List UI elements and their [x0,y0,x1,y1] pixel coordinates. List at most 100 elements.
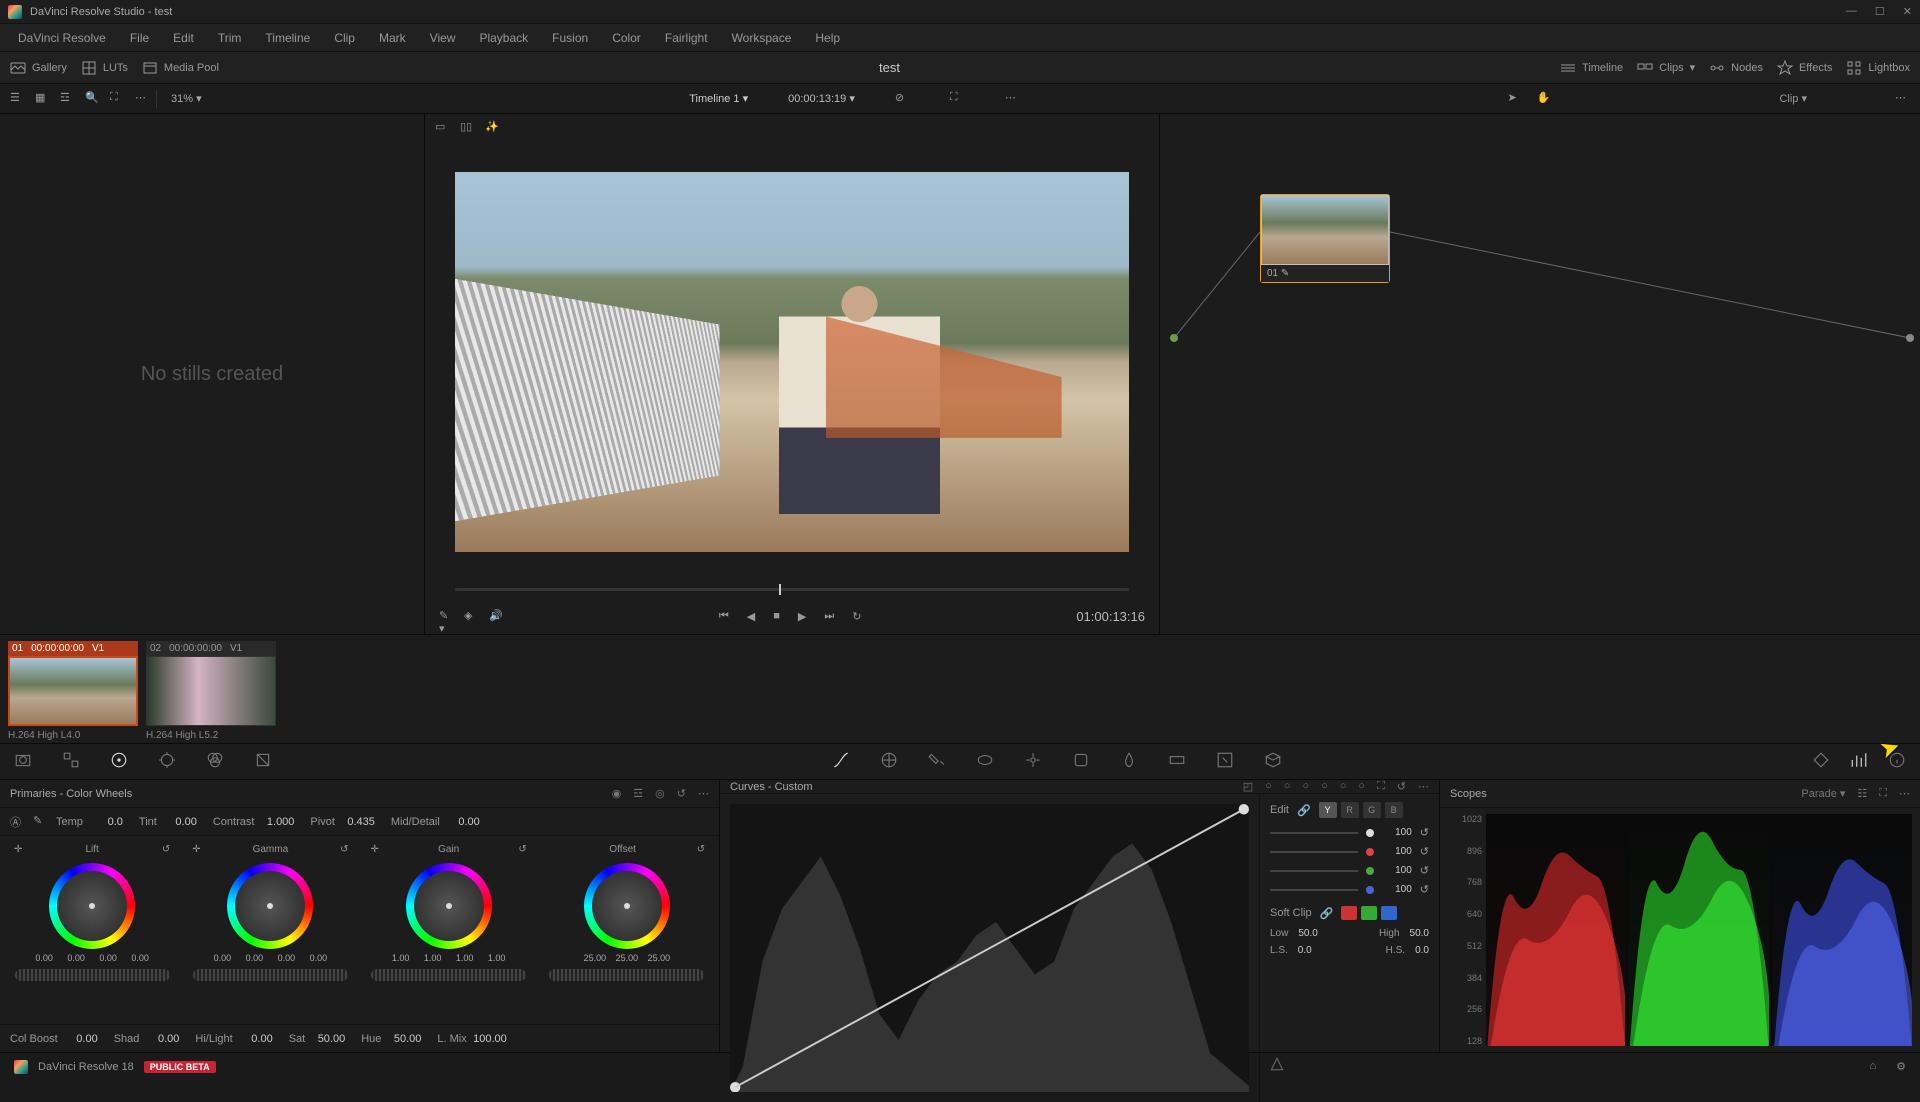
reverse-button[interactable]: ◀ [747,610,755,623]
primaries-log-icon[interactable]: ◎ [655,787,665,800]
menu-trim[interactable]: Trim [208,27,252,49]
curves-lum-sat-icon[interactable]: ○ [1321,780,1328,793]
play-button[interactable]: ▶ [798,610,806,623]
curves-red-intensity[interactable]: 100 [1382,846,1412,857]
clip-thumb-02[interactable]: 0200:00:00:00V1 H.264 High L5.2 [146,641,276,737]
stop-button[interactable]: ■ [773,610,780,622]
curves-channel-g[interactable]: G [1363,802,1381,818]
primaries-reset-icon[interactable]: ↺ [677,787,686,800]
rgb-mixer-icon[interactable] [206,751,224,772]
reset-icon[interactable]: ↺ [1420,883,1429,896]
color-match-icon[interactable] [62,751,80,772]
node-more-icon[interactable]: ⋯ [1895,91,1910,106]
menu-color[interactable]: Color [602,27,651,49]
nodes-toggle[interactable]: Nodes [1709,60,1763,76]
shad-value[interactable]: 0.00 [145,1033,179,1045]
curves-hue-hue-icon[interactable]: ○ [1265,780,1272,793]
sort-icon[interactable]: ☰ [10,91,25,106]
record-timecode[interactable]: 00:00:13:19 ▾ [788,92,855,105]
bypass-icon[interactable]: ⊘ [895,91,910,106]
curves-green-intensity[interactable]: 100 [1382,865,1412,876]
tab-deliver[interactable] [1268,1055,1286,1078]
primaries-more-icon[interactable]: ⋯ [698,787,709,800]
contrast-value[interactable]: 1.000 [260,816,294,828]
gamma-reset-icon[interactable]: ↺ [340,844,348,855]
prev-clip-button[interactable]: ⏮ [719,610,729,623]
unmix-icon[interactable]: ◈ [464,609,479,624]
menu-edit[interactable]: Edit [163,27,204,49]
reset-icon[interactable]: ↺ [1420,864,1429,877]
menu-mark[interactable]: Mark [369,27,416,49]
clip-mode-label[interactable]: Clip ▾ [1779,92,1807,105]
zoom-level[interactable]: 31% ▾ [171,92,202,105]
lift-reset-icon[interactable]: ↺ [162,844,170,855]
curves-icon[interactable] [832,751,850,772]
curves-expand-icon[interactable]: ⛶ [1377,780,1385,793]
tint-value[interactable]: 0.00 [163,816,197,828]
curve-graph[interactable] [720,794,1259,1102]
timeline-name[interactable]: Timeline 1 ▾ [689,92,748,105]
node-output-port[interactable] [1906,334,1914,342]
qualifier-icon[interactable] [928,751,946,772]
softclip-high[interactable]: 50.0 [1410,928,1429,939]
3d-icon[interactable] [1264,751,1282,772]
tracker-icon[interactable] [1024,751,1042,772]
softclip-red[interactable] [1341,906,1357,920]
expand-icon[interactable]: ⛶ [110,91,125,106]
temp-value[interactable]: 0.0 [89,816,123,828]
gain-picker-icon[interactable]: ✛ [371,844,379,855]
close-button[interactable]: ✕ [1903,5,1912,18]
curves-blue-intensity[interactable]: 100 [1382,884,1412,895]
softclip-green[interactable] [1361,906,1377,920]
loop-button[interactable]: ↻ [852,610,861,623]
minimize-button[interactable]: — [1846,5,1857,18]
scopes-expand-icon[interactable]: ⛶ [1879,787,1887,800]
lift-color-wheel[interactable] [49,863,135,949]
curves-hue-sat-icon[interactable]: ○ [1284,780,1291,793]
curves-sat-sat-icon[interactable]: ○ [1340,780,1347,793]
reset-icon[interactable]: ↺ [1420,826,1429,839]
eyedropper-icon[interactable]: ✎ ▾ [439,609,454,624]
image-wipe-icon[interactable]: ▭ [435,120,450,135]
project-settings-icon[interactable]: ⚙ [1896,1060,1906,1073]
colboost-value[interactable]: 0.00 [64,1033,98,1045]
hdr-icon[interactable] [158,751,176,772]
curves-more-icon[interactable]: ⋯ [1418,780,1429,793]
more-icon[interactable]: ⋯ [135,91,150,106]
lift-jog[interactable] [15,969,170,981]
fullscreen-icon[interactable]: ⛶ [950,91,965,106]
menu-timeline[interactable]: Timeline [255,27,320,49]
curves-reset-icon[interactable]: ↺ [1397,780,1406,793]
curves-channel-r[interactable]: R [1341,802,1359,818]
window-icon[interactable] [976,751,994,772]
menu-fusion[interactable]: Fusion [542,27,598,49]
primaries-icon[interactable] [110,751,128,772]
lmix-value[interactable]: 100.00 [473,1033,507,1045]
color-node-01[interactable]: 01 ✎ [1260,194,1390,283]
highlight-icon[interactable]: ✨ [485,120,500,135]
split-screen-icon[interactable]: ▯▯ [460,120,475,135]
curves-custom-icon[interactable]: ◰ [1243,780,1253,793]
magic-mask-icon[interactable] [1072,751,1090,772]
menu-file[interactable]: File [120,27,159,49]
curves-channel-b[interactable]: B [1385,802,1403,818]
viewer-scrubber[interactable] [425,584,1159,598]
more-viewer-icon[interactable]: ⋯ [1005,91,1020,106]
scopes-more-icon[interactable]: ⋯ [1899,787,1910,800]
scopes-mode[interactable]: Parade ▾ [1801,787,1845,800]
menu-davinci-resolve[interactable]: DaVinci Resolve [8,27,116,49]
offset-reset-icon[interactable]: ↺ [697,844,705,855]
sizing-icon[interactable] [1216,751,1234,772]
timeline-toggle[interactable]: Timeline [1560,60,1623,76]
clips-toggle[interactable]: Clips ▾ [1637,60,1695,76]
curves-channel-y[interactable]: Y [1319,802,1337,818]
auto-balance-icon[interactable]: Ⓐ [10,814,25,829]
gain-color-wheel[interactable] [406,863,492,949]
scopes-layout-icon[interactable]: ☷ [1857,787,1867,800]
home-icon[interactable]: ⌂ [1869,1060,1876,1073]
hand-icon[interactable]: ✋ [1536,91,1551,106]
primaries-wheels-icon[interactable]: ◉ [612,787,622,800]
hue-value[interactable]: 50.00 [387,1033,421,1045]
offset-jog[interactable] [549,969,704,981]
search-icon[interactable]: 🔍 [85,91,100,106]
